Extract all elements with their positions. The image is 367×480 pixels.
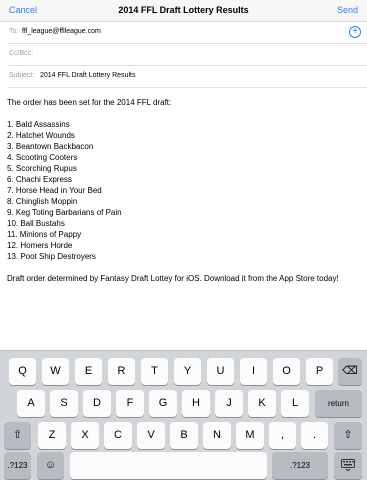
keyboard-icon	[341, 459, 355, 472]
message-intro: The order has been set for the 2014 FFL …	[7, 98, 172, 107]
key-period[interactable]: .	[301, 422, 328, 449]
divider	[8, 87, 367, 88]
list-item: 7. Horse Head in Your Bed	[7, 186, 102, 195]
key-t[interactable]: T	[141, 358, 168, 385]
space-bar[interactable]	[70, 452, 267, 479]
list-item: 13. Poot Ship Destroyers	[7, 252, 96, 261]
list-item: 6. Chachi Express	[7, 175, 72, 184]
send-button[interactable]: Send	[337, 5, 358, 15]
key-h[interactable]: H	[182, 390, 210, 417]
key-f[interactable]: F	[116, 390, 144, 417]
keyboard: Q W E R T Y U I O P ⌫ A S D F G H J K L …	[0, 350, 367, 480]
key-a[interactable]: A	[17, 390, 45, 417]
subject-value[interactable]: 2014 FFL Draft Lottery Results	[40, 72, 135, 79]
to-field[interactable]: To: ffl_league@fflleague.com +	[0, 22, 367, 44]
to-recipient[interactable]: ffl_league@fflleague.com	[22, 28, 101, 35]
key-l[interactable]: L	[281, 390, 309, 417]
draft-order-list: 1. Bald Assassins 2. Hatchet Wounds 3. B…	[7, 119, 362, 262]
key-y[interactable]: Y	[174, 358, 201, 385]
list-item: 8. Chinglish Moppin	[7, 197, 78, 206]
nav-bar: Cancel 2014 FFL Draft Lottery Results Se…	[0, 0, 367, 22]
key-r[interactable]: R	[108, 358, 135, 385]
ccbcc-label: Cc/Bcc:	[9, 50, 34, 57]
emoji-key[interactable]: ☺	[37, 452, 64, 479]
list-item: 3. Beantown Backbacon	[7, 142, 94, 151]
to-label: To:	[9, 28, 19, 35]
list-item: 4. Scooting Cooters	[7, 153, 78, 162]
key-v[interactable]: V	[137, 422, 165, 449]
shift-key-right[interactable]: ⇧	[334, 422, 362, 449]
key-x[interactable]: X	[71, 422, 99, 449]
list-item: 11. Minions of Pappy	[7, 230, 82, 239]
list-item: 2. Hatchet Wounds	[7, 131, 75, 140]
list-item: 5. Scorching Rupus	[7, 164, 77, 173]
key-e[interactable]: E	[75, 358, 102, 385]
add-contact-icon[interactable]: +	[349, 26, 361, 38]
key-o[interactable]: O	[273, 358, 300, 385]
keyboard-dismiss-key[interactable]	[334, 452, 362, 479]
return-key[interactable]: return	[315, 390, 362, 417]
subject-field[interactable]: Subject: 2014 FFL Draft Lottery Results	[0, 66, 367, 88]
key-p[interactable]: P	[306, 358, 333, 385]
key-c[interactable]: C	[104, 422, 132, 449]
key-w[interactable]: W	[42, 358, 69, 385]
subject-label: Subject:	[9, 72, 35, 79]
ccbcc-field[interactable]: Cc/Bcc:	[0, 44, 367, 66]
key-q[interactable]: Q	[9, 358, 36, 385]
key-g[interactable]: G	[149, 390, 177, 417]
compose-title: 2014 FFL Draft Lottery Results	[118, 5, 249, 15]
message-footer: Draft order determined by Fantasy Draft …	[7, 274, 339, 283]
list-item: 12. Homers Horde	[7, 241, 73, 250]
key-b[interactable]: B	[170, 422, 198, 449]
list-item: 1. Bald Assassins	[7, 120, 70, 129]
message-body[interactable]: The order has been set for the 2014 FFL …	[7, 97, 362, 284]
list-item: 10. Ball Bustahs	[7, 219, 65, 228]
key-k[interactable]: K	[248, 390, 276, 417]
list-item: 9. Keg Toting Barbarians of Pain	[7, 208, 122, 217]
key-n[interactable]: N	[203, 422, 231, 449]
key-j[interactable]: J	[215, 390, 243, 417]
key-z[interactable]: Z	[38, 422, 66, 449]
backspace-key[interactable]: ⌫	[338, 358, 362, 385]
key-d[interactable]: D	[83, 390, 111, 417]
shift-key-left[interactable]: ⇧	[4, 422, 31, 449]
key-m[interactable]: M	[236, 422, 264, 449]
key-i[interactable]: I	[240, 358, 267, 385]
numbers-key-left[interactable]: .?123	[4, 452, 31, 479]
numbers-key-right[interactable]: .?123	[272, 452, 328, 479]
key-u[interactable]: U	[207, 358, 234, 385]
key-comma[interactable]: ,	[269, 422, 296, 449]
key-s[interactable]: S	[50, 390, 78, 417]
